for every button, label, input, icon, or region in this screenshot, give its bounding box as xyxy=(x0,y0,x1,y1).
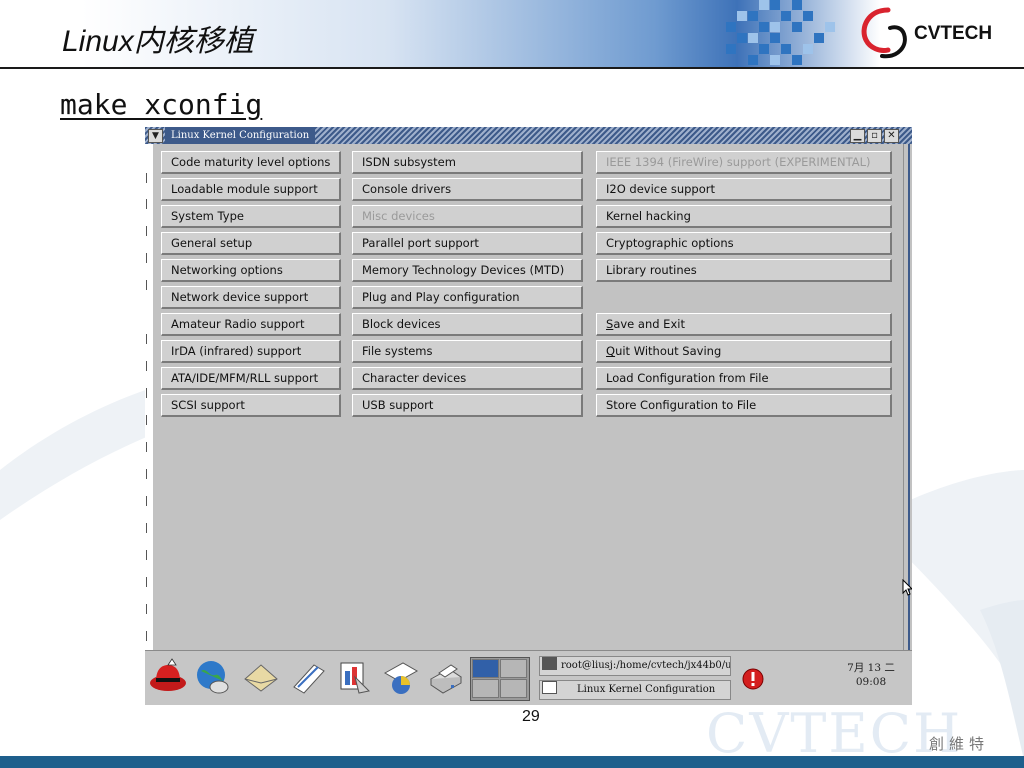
spreadsheet-icon[interactable] xyxy=(381,657,421,697)
quit-mnemonic: Q xyxy=(606,344,616,358)
task-list: root@liusj:/home/cvtech/jx44b0/u( Linux … xyxy=(539,656,731,700)
redhat-main-menu-icon[interactable] xyxy=(148,657,188,697)
button-library-routines[interactable]: Library routines xyxy=(596,259,892,282)
terminal-icon xyxy=(542,657,557,670)
writer-icon[interactable] xyxy=(288,657,328,697)
button-misc-devices: Misc devices xyxy=(352,205,583,228)
page-number: 29 xyxy=(522,708,540,725)
button-irda[interactable]: IrDA (infrared) support xyxy=(161,340,341,363)
slide-title: Linux内核移植 xyxy=(62,25,254,58)
button-ata-ide[interactable]: ATA/IDE/MFM/RLL support xyxy=(161,367,341,390)
checker-pattern xyxy=(726,0,835,65)
button-amateur-radio[interactable]: Amateur Radio support xyxy=(161,313,341,336)
brand-chinese-text: 創維特 xyxy=(929,735,990,753)
right-window-edge xyxy=(903,144,912,650)
button-file-systems[interactable]: File systems xyxy=(352,340,583,363)
task-terminal[interactable]: root@liusj:/home/cvtech/jx44b0/u( xyxy=(539,656,731,676)
button-isdn[interactable]: ISDN subsystem xyxy=(352,151,583,174)
cvtech-logo: CVTECH xyxy=(861,7,992,59)
email-icon[interactable] xyxy=(241,657,281,697)
clock-time: 09:08 xyxy=(855,676,887,688)
window-menu-icon[interactable]: ▼ xyxy=(148,129,163,143)
mouse-pointer-icon xyxy=(902,579,912,596)
button-loadable-module[interactable]: Loadable module support xyxy=(161,178,341,201)
window-titlebar[interactable]: ▼ Linux Kernel Configuration ▁ ▫ ✕ xyxy=(145,127,912,144)
button-code-maturity[interactable]: Code maturity level options xyxy=(161,151,341,174)
close-icon[interactable]: ✕ xyxy=(884,129,899,143)
minimize-icon[interactable]: ▁ xyxy=(850,129,865,143)
config-button-panel: Code maturity level options Loadable mod… xyxy=(153,144,905,650)
button-block-devices[interactable]: Block devices xyxy=(352,313,583,336)
save-and-exit-button[interactable]: Save and Exit xyxy=(596,313,892,336)
logo-text: CVTECH xyxy=(914,23,992,44)
quit-label: uit Without Saving xyxy=(615,344,722,358)
alert-icon[interactable] xyxy=(742,668,764,690)
clock[interactable]: 7月 13 二 09:08 xyxy=(841,661,901,689)
gnome-taskbar: root@liusj:/home/cvtech/jx44b0/u( Linux … xyxy=(145,650,912,705)
button-parallel-port[interactable]: Parallel port support xyxy=(352,232,583,255)
task-kernel-config-label: Linux Kernel Configuration xyxy=(577,684,716,695)
button-kernel-hacking[interactable]: Kernel hacking xyxy=(596,205,892,228)
task-kernel-config[interactable]: Linux Kernel Configuration xyxy=(539,680,731,700)
window-title: Linux Kernel Configuration xyxy=(165,127,316,144)
button-ieee1394: IEEE 1394 (FireWire) support (EXPERIMENT… xyxy=(596,151,892,174)
button-i2o[interactable]: I2O device support xyxy=(596,178,892,201)
workspace-4[interactable] xyxy=(500,679,527,698)
button-console-drivers[interactable]: Console drivers xyxy=(352,178,583,201)
load-configuration-button[interactable]: Load Configuration from File xyxy=(596,367,892,390)
save-label: ave and Exit xyxy=(613,317,685,331)
background-terminal-strip xyxy=(145,144,153,705)
button-scsi[interactable]: SCSI support xyxy=(161,394,341,417)
button-usb[interactable]: USB support xyxy=(352,394,583,417)
workspace-3[interactable] xyxy=(472,679,499,698)
printer-icon[interactable] xyxy=(425,657,465,697)
store-configuration-button[interactable]: Store Configuration to File xyxy=(596,394,892,417)
maximize-icon[interactable]: ▫ xyxy=(867,129,882,143)
button-network-device[interactable]: Network device support xyxy=(161,286,341,309)
footer-bar xyxy=(0,756,1024,768)
button-cryptographic[interactable]: Cryptographic options xyxy=(596,232,892,255)
button-character-devices[interactable]: Character devices xyxy=(352,367,583,390)
presentation-icon[interactable] xyxy=(335,657,375,697)
header-rule xyxy=(0,67,1024,69)
button-general-setup[interactable]: General setup xyxy=(161,232,341,255)
web-browser-icon[interactable] xyxy=(193,657,233,697)
button-mtd[interactable]: Memory Technology Devices (MTD) xyxy=(352,259,583,282)
task-terminal-label: root@liusj:/home/cvtech/jx44b0/u( xyxy=(561,660,731,671)
kernel-config-screenshot: ▼ Linux Kernel Configuration ▁ ▫ ✕ Code … xyxy=(145,127,912,705)
window-icon xyxy=(542,681,557,694)
button-networking-options[interactable]: Networking options xyxy=(161,259,341,282)
workspace-pager[interactable] xyxy=(470,657,530,701)
workspace-2[interactable] xyxy=(500,659,527,678)
button-plug-and-play[interactable]: Plug and Play configuration xyxy=(352,286,583,309)
button-system-type[interactable]: System Type xyxy=(161,205,341,228)
clock-date: 7月 13 二 xyxy=(847,662,895,674)
workspace-1[interactable] xyxy=(472,659,499,678)
quit-without-saving-button[interactable]: Quit Without Saving xyxy=(596,340,892,363)
command-text: make xconfig xyxy=(60,88,263,121)
